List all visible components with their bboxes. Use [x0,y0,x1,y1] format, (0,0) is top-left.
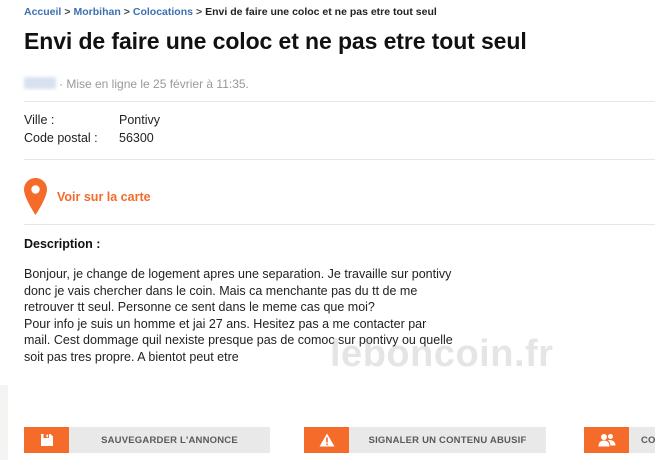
save-ad-label: SAUVEGARDER L'ANNONCE [101,434,238,446]
map-link-label: Voir sur la carte [57,189,151,204]
map-pin-icon [24,178,47,215]
breadcrumb: Accueil > Morbihan > Colocations > Envi de fai… [24,6,437,18]
breadcrumb-separator: > [64,6,71,18]
map-link[interactable]: Voir sur la carte [24,178,151,215]
breadcrumb-category[interactable]: Colocations [133,6,193,18]
ad-meta: · Mise en ligne le 25 février à 11:35. [24,77,249,91]
breadcrumb-separator: > [195,6,203,18]
contact-label: CO [641,434,655,446]
breadcrumb-separator: > [123,6,130,18]
breadcrumb-region[interactable]: Morbihan [74,6,121,18]
description-body: Bonjour, je change de logement apres une… [24,266,454,365]
divider [24,159,655,160]
warning-icon [304,427,349,453]
property-label: Code postal : [24,131,98,145]
divider [24,224,655,225]
property-label: Ville : [24,113,55,127]
posted-date: · Mise en ligne le 25 février à 11:35. [59,77,249,91]
report-abuse-button[interactable]: SIGNALER UN CONTENU ABUSIF [304,427,546,453]
description-heading: Description : [24,237,101,251]
breadcrumb-current: Envi de faire une coloc et ne pas etre t… [205,6,437,18]
save-icon [24,427,69,453]
breadcrumb-home[interactable]: Accueil [24,6,61,18]
author-name-blurred[interactable] [24,77,56,89]
contact-button[interactable]: CO [584,427,655,453]
users-icon [584,427,629,453]
divider [24,101,655,102]
page-title: Envi de faire une coloc et ne pas etre t… [24,28,527,54]
ad-properties: Ville : Pontivy Code postal : 56300 [24,113,160,149]
report-abuse-label: SIGNALER UN CONTENU ABUSIF [368,434,527,446]
property-value: Pontivy [119,113,160,127]
page-edge [0,385,8,460]
save-ad-button[interactable]: SAUVEGARDER L'ANNONCE [24,427,270,453]
description-paragraph: Bonjour, je change de logement apres une… [24,267,452,314]
property-row-city: Ville : Pontivy [24,113,160,131]
property-row-postal-code: Code postal : 56300 [24,131,160,149]
description-paragraph: Pour info je suis un homme et jai 27 ans… [24,316,453,364]
property-value: 56300 [119,131,154,145]
